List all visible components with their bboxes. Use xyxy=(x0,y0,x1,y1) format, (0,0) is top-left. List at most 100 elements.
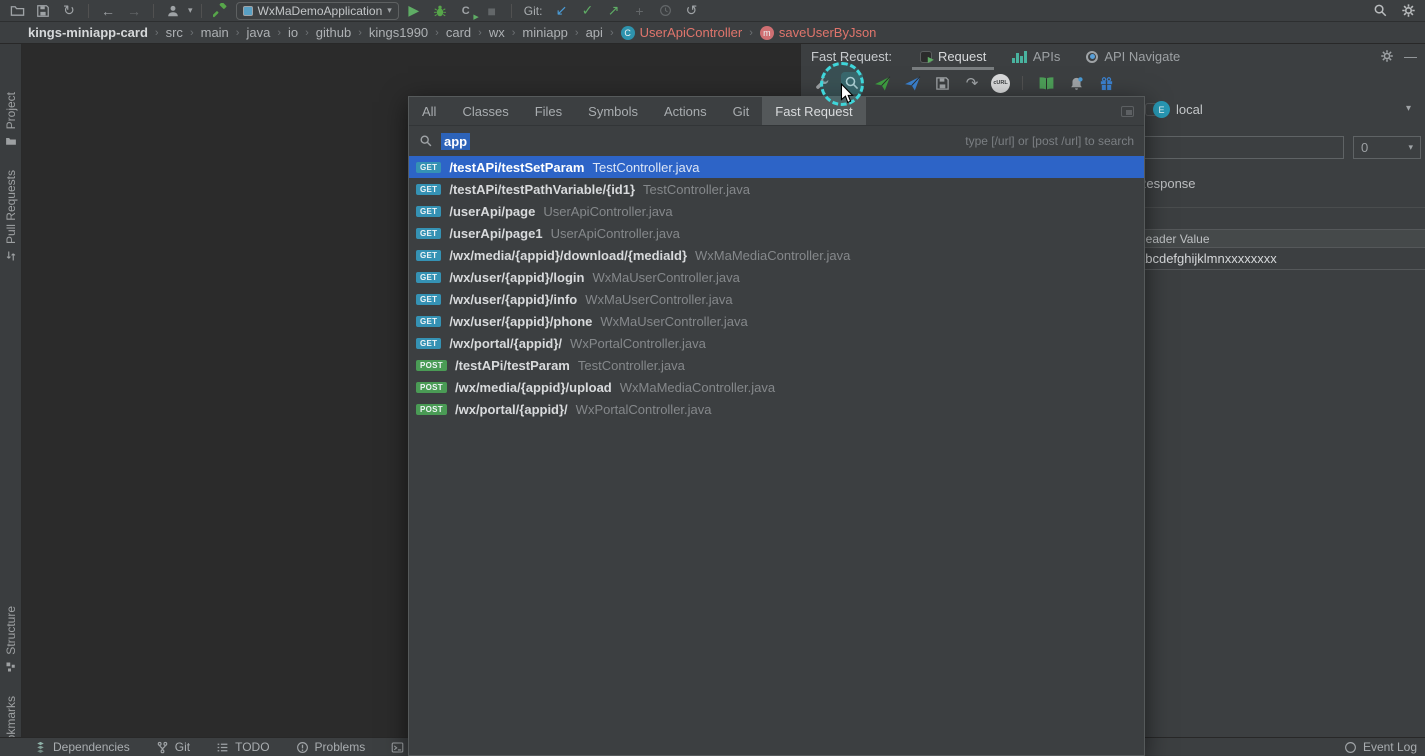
search-icon xyxy=(420,135,432,147)
documentation-book-icon[interactable] xyxy=(1035,72,1057,94)
tool-button-todo[interactable]: TODO xyxy=(216,740,270,754)
breadcrumb-method[interactable]: m saveUserByJson xyxy=(759,25,876,40)
breadcrumb-item[interactable]: main xyxy=(201,25,229,40)
save-request-icon[interactable] xyxy=(931,72,953,94)
git-update-icon[interactable]: ↙ xyxy=(550,2,572,20)
search-input[interactable]: app xyxy=(441,132,471,150)
sidebar-item-pull-requests[interactable]: Pull Requests xyxy=(0,170,22,262)
breadcrumb-item[interactable]: wx xyxy=(489,25,505,40)
result-row[interactable]: GET /wx/portal/{appid}/ WxPortalControll… xyxy=(409,332,1144,354)
breadcrumb-item[interactable]: java xyxy=(246,25,270,40)
run-configuration-select[interactable]: WxMaDemoApplication ▾ xyxy=(235,1,399,20)
popup-tab[interactable]: Classes xyxy=(449,97,521,125)
chevron-down-icon[interactable]: ▾ xyxy=(1406,103,1411,114)
notifications-bell-icon[interactable] xyxy=(1065,72,1087,94)
hide-panel-icon[interactable]: — xyxy=(1404,49,1417,64)
save-all-icon[interactable] xyxy=(32,2,54,20)
result-row[interactable]: GET /wx/media/{appid}/download/{mediaId}… xyxy=(409,244,1144,266)
tool-button-problems[interactable]: Problems xyxy=(296,740,365,754)
result-row[interactable]: POST /wx/media/{appid}/upload WxMaMediaC… xyxy=(409,376,1144,398)
breadcrumb-separator: › xyxy=(478,26,482,39)
back-icon[interactable]: ← xyxy=(97,2,119,20)
result-row[interactable]: POST /testAPi/testParam TestController.j… xyxy=(409,354,1144,376)
breadcrumb-project[interactable]: kings-miniapp-card xyxy=(28,25,148,40)
breadcrumb-separator: › xyxy=(574,26,579,39)
api-path: /testAPi/testSetParam xyxy=(449,159,585,175)
sidebar-item-structure[interactable]: Structure xyxy=(0,606,22,673)
breadcrumb-item[interactable]: kings1990 xyxy=(369,25,428,40)
search-everywhere-icon[interactable] xyxy=(1369,2,1391,20)
popup-tab[interactable]: Symbols xyxy=(575,97,651,125)
forward-icon[interactable]: → xyxy=(123,2,145,20)
profile-caret-icon[interactable]: ▾ xyxy=(188,5,193,16)
tool-button-git[interactable]: Git xyxy=(156,740,190,754)
count-value: 0 xyxy=(1361,140,1369,155)
api-navigate-tab-label: API Navigate xyxy=(1104,49,1181,64)
result-row[interactable]: GET /wx/user/{appid}/login WxMaUserContr… xyxy=(409,266,1144,288)
result-row[interactable]: GET /userApi/page1 UserApiController.jav… xyxy=(409,222,1144,244)
count-select[interactable]: 0 ▾ xyxy=(1353,136,1421,159)
tab-api-navigate[interactable]: API Navigate xyxy=(1074,44,1192,69)
open-folder-icon[interactable] xyxy=(6,2,28,20)
git-push-icon[interactable]: ↗ xyxy=(602,2,624,20)
profile-icon[interactable] xyxy=(162,2,184,20)
run-button[interactable]: ▶ xyxy=(403,2,425,20)
popup-tab[interactable]: Git xyxy=(720,97,763,125)
gift-icon[interactable] xyxy=(1095,72,1117,94)
send-request-icon[interactable] xyxy=(871,72,893,94)
sync-icon[interactable]: ↻ xyxy=(58,2,80,20)
sidebar-item-project[interactable]: Project xyxy=(0,92,22,147)
http-method-badge: GET xyxy=(416,227,442,239)
build-hammer-icon[interactable] xyxy=(210,2,232,20)
rollback-icon[interactable]: ↺ xyxy=(680,2,702,20)
popup-tab[interactable]: Actions xyxy=(651,97,720,125)
breadcrumb-item[interactable]: card xyxy=(446,25,471,40)
history-clock-icon[interactable] xyxy=(654,2,676,20)
result-row[interactable]: GET /wx/user/{appid}/phone WxMaUserContr… xyxy=(409,310,1144,332)
pin-window-icon[interactable] xyxy=(1121,105,1134,117)
environment-select[interactable]: local xyxy=(1176,102,1203,117)
http-method-badge: GET xyxy=(416,205,442,217)
tool-button-event-log[interactable]: Event Log xyxy=(1344,740,1417,754)
run-with-coverage-button[interactable]: C ▶ xyxy=(455,2,479,21)
stop-button[interactable]: ■ xyxy=(481,2,503,20)
tool-button-dependencies[interactable]: Dependencies xyxy=(34,740,130,754)
toolbar-separator xyxy=(88,3,89,18)
redo-icon[interactable]: ↷ xyxy=(961,72,983,94)
cherry-pick-icon[interactable]: + xyxy=(628,2,650,20)
breadcrumb-item[interactable]: src xyxy=(166,25,183,40)
api-path: /wx/user/{appid}/phone xyxy=(449,313,593,329)
send-download-icon[interactable] xyxy=(901,72,923,94)
api-search-icon[interactable] xyxy=(841,72,863,94)
tab-apis[interactable]: APIs xyxy=(1000,44,1072,69)
result-row[interactable]: GET /userApi/page UserApiController.java xyxy=(409,200,1144,222)
git-tool-label: Git xyxy=(174,740,191,754)
result-row[interactable]: GET /wx/user/{appid}/info WxMaUserContro… xyxy=(409,288,1144,310)
result-list: GET /testAPi/testSetParam TestController… xyxy=(409,156,1144,420)
breadcrumb-separator: › xyxy=(435,26,439,39)
http-method-badge: GET xyxy=(416,337,442,349)
breadcrumb-item[interactable]: miniapp xyxy=(522,25,568,40)
token-value: abcdefghijklmnxxxxxxxx xyxy=(1138,251,1277,266)
popup-tab[interactable]: Files xyxy=(522,97,575,125)
breadcrumb-class[interactable]: C UserApiController xyxy=(620,25,742,40)
result-row[interactable]: GET /testAPi/testSetParam TestController… xyxy=(409,156,1144,178)
popup-tab[interactable]: Fast Request xyxy=(762,97,866,125)
popup-tab[interactable]: All xyxy=(409,97,449,125)
settings-gear-icon[interactable] xyxy=(1397,2,1419,20)
breadcrumb-item[interactable]: api xyxy=(586,25,603,40)
result-row[interactable]: GET /testAPi/testPathVariable/{id1} Test… xyxy=(409,178,1144,200)
debug-button[interactable] xyxy=(429,2,451,20)
curl-icon[interactable]: cURL xyxy=(991,73,1010,93)
tab-request[interactable]: ▶ Request xyxy=(908,44,998,70)
git-commit-icon[interactable]: ✓ xyxy=(576,2,598,20)
controller-file: TestController.java xyxy=(592,159,700,175)
result-row[interactable]: POST /wx/portal/{appid}/ WxPortalControl… xyxy=(409,398,1144,420)
panel-settings-gear-icon[interactable] xyxy=(1380,49,1394,64)
todo-list-icon xyxy=(217,743,228,751)
breadcrumb-item[interactable]: io xyxy=(288,25,298,40)
todo-label: TODO xyxy=(235,740,270,754)
wrench-icon[interactable] xyxy=(811,72,833,94)
api-path: /testAPi/testPathVariable/{id1} xyxy=(449,181,636,197)
breadcrumb-item[interactable]: github xyxy=(316,25,351,40)
